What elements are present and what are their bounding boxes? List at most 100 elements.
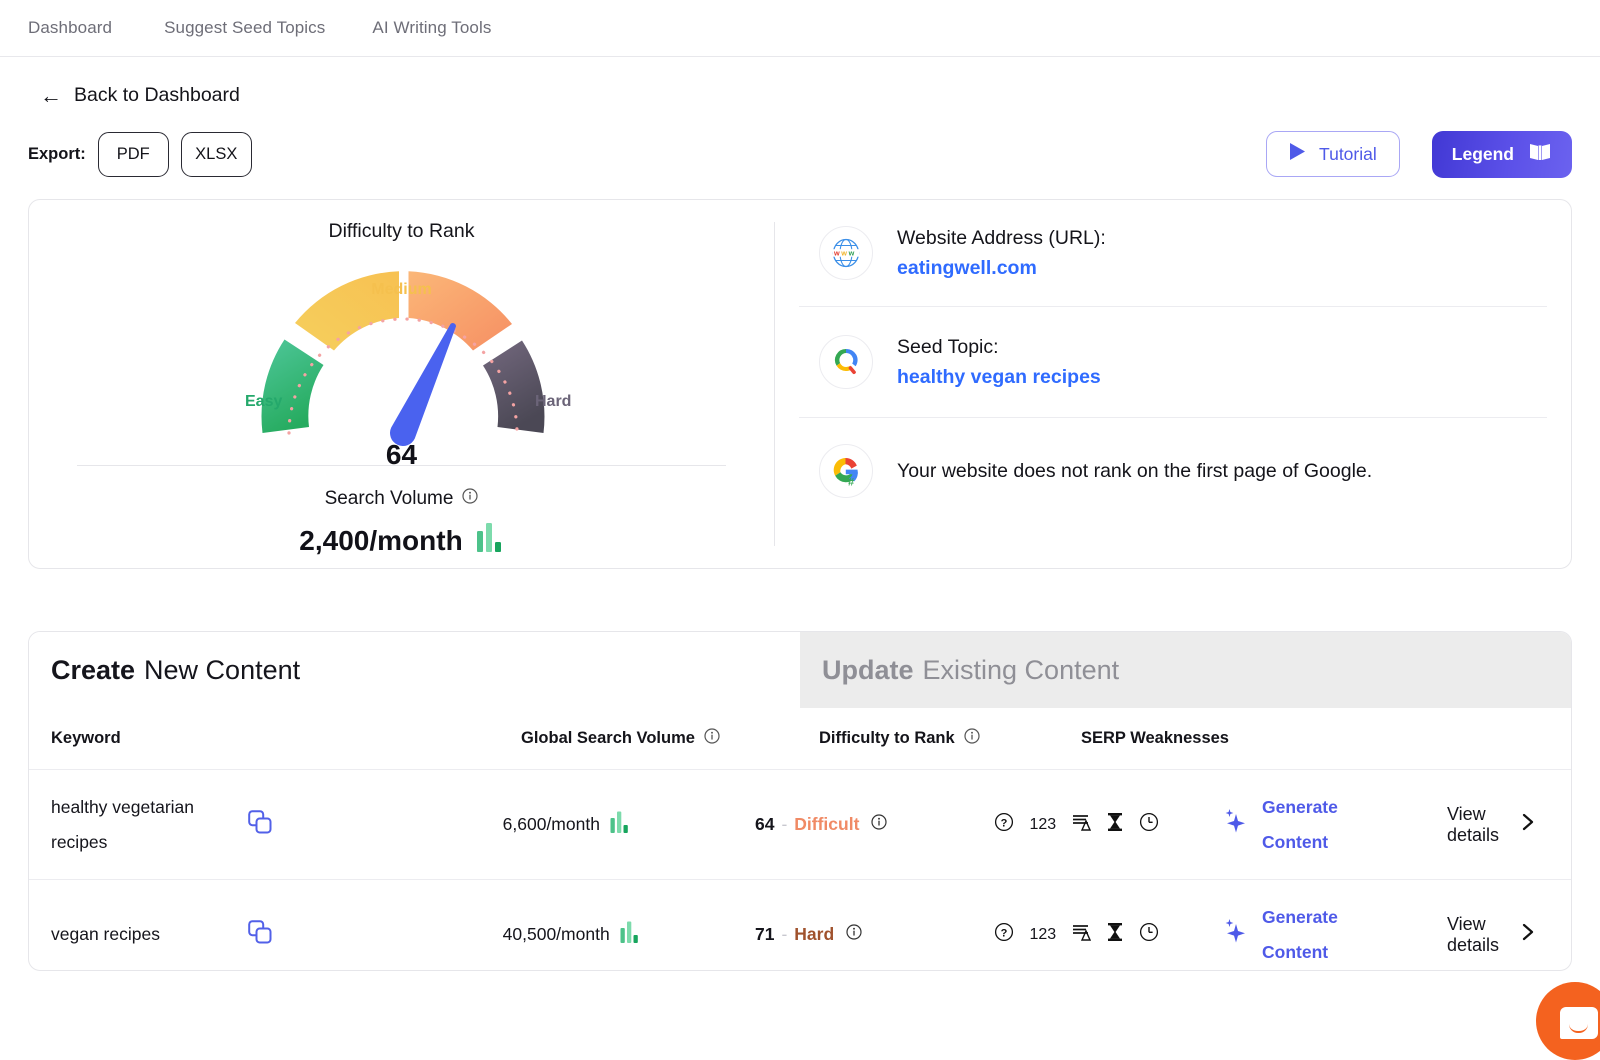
search-volume-title-row: Search Volume <box>29 488 774 510</box>
generate-content-button[interactable]: Generate Content <box>1223 900 1447 970</box>
tab-update-rest: Existing Content <box>922 654 1120 685</box>
export-label: Export: <box>28 144 86 163</box>
clock-icon[interactable] <box>1139 922 1159 947</box>
column-label-difficulty-to-rank: Difficulty to Rank <box>819 729 955 747</box>
svg-text:?: ? <box>1001 817 1008 829</box>
tutorial-label: Tutorial <box>1319 143 1377 164</box>
difficulty-cell: 71 - Hard <box>755 924 995 945</box>
question-mark-icon[interactable]: ? <box>994 922 1014 947</box>
nav-item-dashboard[interactable]: Dashboard <box>28 18 112 38</box>
gauge-segment-hard <box>482 340 544 433</box>
chevron-right-icon <box>1521 812 1535 837</box>
search-volume-value: 2,400/month <box>299 524 463 556</box>
info-icon[interactable] <box>462 488 479 510</box>
copy-icon[interactable] <box>247 809 273 840</box>
sparkle-icon <box>1223 918 1249 951</box>
seed-topic-label: Seed Topic: <box>897 335 999 358</box>
column-label-global-search-volume: Global Search Volume <box>521 729 695 747</box>
gauge-panel: Difficulty to Rank Medium Easy Hard 64 S… <box>29 200 774 568</box>
back-to-dashboard-link[interactable]: ← Back to Dashboard <box>40 84 240 107</box>
bar-chart-icon <box>476 522 504 559</box>
export-pdf-button[interactable]: PDF <box>97 131 169 177</box>
question-mark-icon[interactable]: ? <box>994 812 1014 837</box>
info-text-seed-topic: Seed Topic: healthy vegan recipes <box>897 336 1101 389</box>
legend-label: Legend <box>1451 143 1514 164</box>
content-card: Create New Content Update Existing Conte… <box>28 631 1572 971</box>
top-navigation: Dashboard Suggest Seed Topics AI Writing… <box>0 0 1600 57</box>
back-to-dashboard-label: Back to Dashboard <box>74 84 240 106</box>
difficulty-dash: - <box>781 924 788 944</box>
hourglass-icon[interactable] <box>1106 922 1124 947</box>
arrow-left-icon: ← <box>40 82 62 108</box>
generate-content-label: Generate Content <box>1262 900 1372 970</box>
website-label: Website Address (URL): <box>897 226 1106 249</box>
search-volume-cell: 40,500/month <box>481 921 755 948</box>
clock-icon[interactable] <box>1139 812 1159 837</box>
tutorial-button[interactable]: Tutorial <box>1266 131 1400 177</box>
info-text-google-rank: Your website does not rank on the first … <box>897 460 1372 483</box>
seed-topic-link[interactable]: healthy vegan recipes <box>897 366 1101 389</box>
bar-chart-icon <box>610 811 630 838</box>
svg-text:#: # <box>848 477 854 489</box>
chevron-right-icon <box>1521 922 1535 947</box>
toolbar: Export: PDF XLSX Tutorial Legend <box>28 130 1572 178</box>
generate-content-button[interactable]: Generate Content <box>1223 790 1447 860</box>
copy-icon[interactable] <box>247 919 273 950</box>
gauge-title: Difficulty to Rank <box>328 220 475 242</box>
search-volume-text: 40,500/month <box>502 924 610 944</box>
search-volume-label: Search Volume <box>324 488 454 509</box>
content-tabs: Create New Content Update Existing Conte… <box>29 632 1571 708</box>
serp-weaknesses-cell: ? 123 <box>994 922 1223 947</box>
difficulty-dash: - <box>781 814 788 834</box>
gauge-label-medium: Medium <box>371 281 432 298</box>
info-icon[interactable] <box>871 814 888 835</box>
view-details-button[interactable]: View details <box>1447 914 1549 956</box>
nav-item-ai-writing-tools[interactable]: AI Writing Tools <box>372 18 491 38</box>
info-icon[interactable] <box>704 728 720 749</box>
generate-label-line1: Generate <box>1262 796 1338 817</box>
svg-text:?: ? <box>1001 927 1008 939</box>
keyword-cell: healthy vegetarian recipes <box>51 790 481 860</box>
gauge-needle <box>389 323 456 446</box>
readability-icon[interactable] <box>1071 812 1092 837</box>
svg-text:w: w <box>848 249 855 258</box>
serp-word-count: 123 <box>1029 925 1057 943</box>
tab-create-rest: New Content <box>144 654 301 685</box>
site-info-panel: w w w Website Address (URL): eatingwell.… <box>775 200 1571 568</box>
difficulty-label: Hard <box>794 924 835 944</box>
website-link[interactable]: eatingwell.com <box>897 257 1106 280</box>
column-header-serp-weaknesses: SERP Weaknesses <box>1081 729 1229 747</box>
info-row-website: w w w Website Address (URL): eatingwell.… <box>799 200 1547 306</box>
readability-icon[interactable] <box>1071 922 1092 947</box>
export-xlsx-button[interactable]: XLSX <box>180 131 252 177</box>
generate-label-line1: Generate <box>1262 906 1338 927</box>
tab-update-existing-content[interactable]: Update Existing Content <box>800 632 1571 708</box>
keyword-text: vegan recipes <box>51 924 160 944</box>
info-text-website: Website Address (URL): eatingwell.com <box>897 227 1106 280</box>
nav-item-suggest-seed-topics[interactable]: Suggest Seed Topics <box>164 18 325 38</box>
gauge-label-hard: Hard <box>535 393 572 410</box>
google-rank-message: Your website does not rank on the first … <box>897 459 1373 482</box>
serp-weaknesses-cell: ? 123 <box>994 812 1223 837</box>
tab-update-bold: Update <box>822 654 914 685</box>
view-details-label: View details <box>1446 913 1499 955</box>
hourglass-icon[interactable] <box>1106 812 1124 837</box>
svg-text:w: w <box>840 249 847 258</box>
tab-create-new-content[interactable]: Create New Content <box>29 632 800 708</box>
view-details-button[interactable]: View details <box>1447 804 1549 846</box>
legend-button[interactable]: Legend <box>1431 130 1572 178</box>
chat-icon <box>1560 1007 1598 1039</box>
play-icon <box>1289 142 1306 166</box>
generate-content-label: Generate Content <box>1262 790 1372 860</box>
gauge-value: 64 <box>385 439 418 470</box>
chat-widget-button[interactable] <box>1536 982 1600 1060</box>
info-icon[interactable] <box>846 924 862 945</box>
gauge-label-easy: Easy <box>245 393 283 410</box>
info-icon[interactable] <box>964 728 980 749</box>
column-header-difficulty-to-rank: Difficulty to Rank <box>819 728 1081 749</box>
gauge-segment-easy <box>261 339 323 433</box>
search-volume-text: 6,600/month <box>502 814 600 834</box>
serp-word-count: 123 <box>1029 815 1057 833</box>
difficulty-value: 71 <box>754 924 775 944</box>
sparkle-icon <box>1223 808 1249 841</box>
